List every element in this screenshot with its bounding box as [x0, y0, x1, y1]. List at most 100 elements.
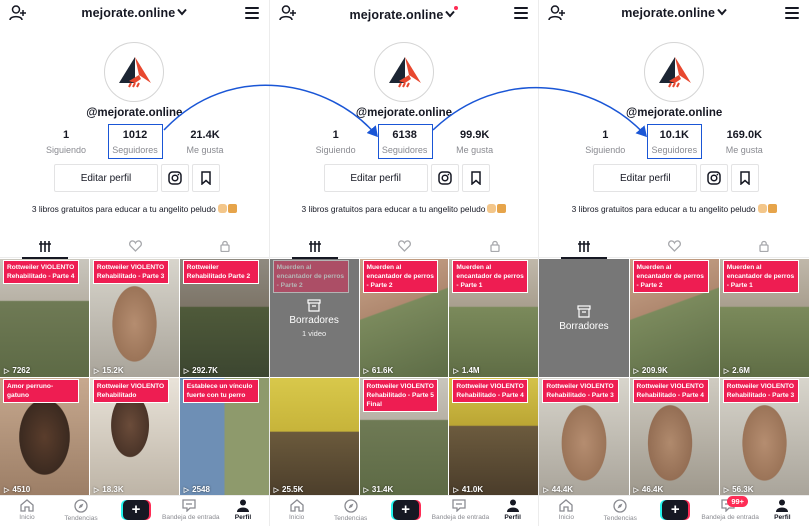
heart-icon [667, 240, 681, 252]
following-stat[interactable]: 1 Siguiendo [31, 128, 101, 155]
nav-home[interactable]: Inicio [539, 499, 593, 521]
video-tile[interactable]: Rottweiler VIOLENTO Rehabilitado - Parte… [0, 259, 89, 377]
instagram-icon [437, 171, 452, 185]
likes-stat[interactable]: 169.0K Me gusta [709, 128, 779, 155]
view-count: 61.6K [364, 366, 393, 375]
top-bar: mejorate.online [0, 0, 269, 26]
video-tile[interactable]: Rottweiler VIOLENTO Rehabilitado - Parte… [719, 378, 809, 496]
view-count: 56.3K [724, 485, 753, 494]
likes-stat[interactable]: 21.4K Me gusta [170, 128, 240, 155]
instagram-icon [168, 171, 182, 185]
video-tile[interactable]: Establece un vínculo fuerte con tu perro… [179, 378, 269, 496]
tab-liked[interactable] [90, 234, 180, 258]
video-caption: Muerden al encantador de perros - Parte … [362, 260, 439, 293]
nav-discover[interactable]: Tendencias [593, 499, 647, 522]
video-tile[interactable]: Rottweiler VIOLENTO Rehabilitado - Parte… [359, 378, 449, 496]
video-tile[interactable]: Rottweiler VIOLENTO Rehabilitado - Parte… [629, 378, 719, 496]
compass-icon [74, 499, 88, 513]
create-button[interactable]: + [121, 500, 151, 520]
following-stat[interactable]: 1 Siguiendo [301, 128, 371, 155]
video-caption: Rottweiler VIOLENTO Rehabilitado - Parte… [542, 379, 619, 403]
video-tile[interactable]: Rottweiler VIOLENTO Rehabilitado - Parte… [449, 378, 539, 496]
nav-discover[interactable]: Tendencias [324, 499, 378, 522]
nav-profile[interactable]: Perfil [486, 499, 539, 521]
nav-inbox[interactable]: Bandeja de entrada [162, 499, 220, 521]
avatar[interactable] [644, 42, 705, 102]
bookmark-button[interactable] [731, 164, 760, 192]
nav-home[interactable]: Inicio [270, 499, 324, 521]
bottom-navigation: Inicio Tendencias + Bandeja de entrada P… [269, 495, 539, 526]
video-grid: Muerden al encantador de perros - Parte … [269, 259, 539, 496]
video-tile[interactable]: Rottweiler VIOLENTO Rehabilitado 18.3K [89, 378, 179, 496]
instagram-button[interactable] [430, 164, 459, 192]
brand-logo [659, 57, 692, 88]
tab-videos[interactable] [539, 234, 629, 259]
bookmark-icon [201, 171, 211, 185]
edit-profile-button[interactable]: Editar perfil [323, 164, 428, 192]
tab-private[interactable] [450, 234, 539, 258]
view-count: 25.5K [274, 485, 303, 494]
tab-private[interactable] [180, 234, 269, 258]
create-button[interactable]: + [390, 500, 421, 520]
hamburger-menu-icon[interactable] [514, 7, 529, 19]
hamburger-menu-icon[interactable] [244, 7, 259, 19]
tab-liked[interactable] [360, 234, 450, 258]
video-tile[interactable]: Rottweiler VIOLENTO Rehabilitado - Parte… [539, 378, 629, 496]
view-count: 44.4K [543, 485, 573, 494]
top-bar: mejorate.online [270, 0, 539, 26]
bio: 3 libros gratuitos para educar a tu ange… [270, 204, 539, 214]
video-tile[interactable]: Muerden al encantador de perros - Parte … [629, 259, 719, 377]
hamburger-menu-icon[interactable] [784, 7, 799, 19]
plus-icon: + [662, 500, 689, 520]
likes-stat[interactable]: 99.9K Me gusta [440, 128, 510, 155]
account-switcher[interactable]: mejorate.online [539, 6, 809, 20]
video-tile[interactable]: Rottweiler Rehabilitado Parte 2 292.7K [179, 259, 269, 377]
view-count: 2.6M [724, 366, 750, 375]
video-tile[interactable]: 25.5K [269, 378, 359, 496]
view-count: 15.2K [94, 366, 123, 375]
profile-panel-2: mejorate.online @mejorate.online 1 Siguie… [269, 0, 540, 526]
tab-videos[interactable] [270, 234, 360, 259]
edit-profile-button[interactable]: Editar perfil [54, 164, 158, 192]
bookmark-icon [740, 171, 751, 185]
video-tile[interactable]: Amor perruno-gatuno 4510 [0, 378, 89, 496]
video-caption: Rottweiler VIOLENTO Rehabilitado [92, 379, 169, 403]
video-caption: Muerden al encantador de perros - Parte … [722, 260, 799, 293]
inbox-icon [182, 499, 196, 512]
instagram-button[interactable] [700, 164, 729, 192]
avatar[interactable] [373, 42, 434, 102]
view-count: 7262 [4, 366, 30, 375]
drafts-tile[interactable]: Borradores [539, 259, 629, 377]
account-switcher[interactable]: mejorate.online [270, 6, 539, 22]
chevron-down-icon [177, 8, 188, 16]
nav-home[interactable]: Inicio [0, 499, 54, 521]
top-bar: mejorate.online [539, 0, 809, 26]
nav-inbox[interactable]: 99+ Bandeja de entrada [701, 496, 759, 521]
nav-inbox[interactable]: Bandeja de entrada [432, 499, 489, 521]
nav-discover[interactable]: Tendencias [54, 499, 108, 522]
create-button[interactable]: + [660, 500, 691, 520]
bookmark-button[interactable] [461, 164, 490, 192]
handle-text: mejorate.online [81, 6, 176, 20]
video-tile[interactable]: Muerden al encantador de perros - Parte … [449, 259, 539, 377]
video-tile[interactable]: Muerden al encantador de perros - Parte … [359, 259, 449, 377]
account-switcher[interactable]: mejorate.online [0, 6, 269, 20]
video-grid: Borradores Muerden al encantador de perro… [539, 259, 809, 496]
tab-videos[interactable] [0, 234, 90, 259]
bookmark-button[interactable] [192, 164, 220, 192]
home-icon [20, 499, 34, 512]
view-count: 2548 [184, 485, 210, 494]
drafts-tile[interactable]: Muerden al encantador de perros - Parte … [269, 259, 359, 377]
tab-private[interactable] [719, 234, 809, 258]
avatar[interactable] [104, 42, 165, 102]
nav-profile[interactable]: Perfil [755, 499, 809, 521]
following-stat[interactable]: 1 Siguiendo [570, 128, 640, 155]
video-tile[interactable]: Rottweiler VIOLENTO Rehabilitado - Parte… [89, 259, 179, 377]
edit-profile-button[interactable]: Editar perfil [593, 164, 698, 192]
nav-profile[interactable]: Perfil [216, 499, 269, 521]
instagram-button[interactable] [161, 164, 189, 192]
bookmark-icon [470, 171, 481, 185]
video-tile[interactable]: Muerden al encantador de perros - Parte … [719, 259, 809, 377]
tab-liked[interactable] [629, 234, 719, 258]
drafts-box-icon [577, 305, 591, 318]
